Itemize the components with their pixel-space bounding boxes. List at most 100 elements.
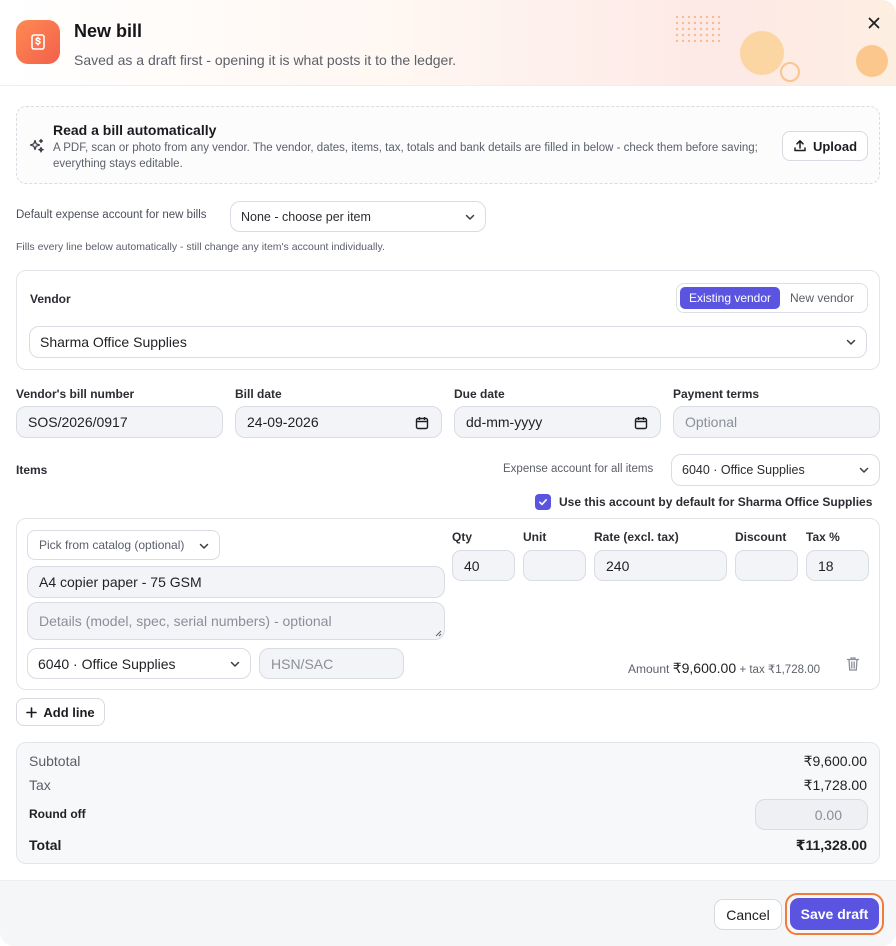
chevron-down-icon [859,467,869,473]
due-date-label: Due date [454,387,505,401]
calendar-icon[interactable] [634,416,648,430]
payment-terms-input[interactable]: Optional [673,406,880,438]
auto-read-title: Read a bill automatically [53,122,217,138]
chevron-down-icon [230,661,240,667]
expense-all-label: Expense account for all items [503,463,654,475]
default-account-checkbox[interactable] [535,494,551,510]
catalog-picker-label: Pick from catalog (optional) [39,538,185,552]
rate-label: Rate (excl. tax) [594,530,679,544]
vendor-mode-toggle: Existing vendor New vendor [676,283,868,313]
line-tax-amount: + tax ₹1,728.00 [739,664,820,676]
round-off-input[interactable]: 0.00 [755,799,868,830]
items-heading: Items [16,463,48,477]
default-expense-hint: Fills every line below automatically - s… [16,241,385,253]
cancel-button[interactable]: Cancel [714,899,782,930]
new-bill-dialog: New bill Saved as a draft first - openin… [0,0,896,946]
payment-terms-placeholder: Optional [685,414,738,430]
chevron-down-icon [465,214,475,220]
hsn-sac-placeholder: HSN/SAC [271,655,334,672]
vendor-selected-value: Sharma Office Supplies [40,334,187,350]
bill-date-input[interactable]: 24-09-2026 [235,406,442,438]
total-label: Total [29,837,62,853]
discount-input[interactable] [735,550,798,581]
bill-date-value: 24-09-2026 [247,414,319,430]
rate-input[interactable]: 240 [594,550,727,581]
hsn-sac-input[interactable]: HSN/SAC [259,648,404,679]
decorative-dots [674,14,720,42]
dialog-footer: Cancel Save draft [0,880,896,946]
trash-icon[interactable] [846,656,860,672]
line-amount: Amount ₹9,600.00 + tax ₹1,728.00 [628,660,820,677]
item-account-select[interactable]: 6040 · Office Supplies [27,648,251,679]
discount-label: Discount [735,530,787,544]
chevron-down-icon [846,339,856,345]
bill-number-label: Vendor's bill number [16,387,135,401]
item-details-textarea[interactable]: Details (model, spec, serial numbers) - … [27,602,445,640]
line-item: Pick from catalog (optional) A4 copier p… [16,518,880,690]
amount-label: Amount [628,662,670,676]
tax-percent-label: Tax % [806,530,840,544]
upload-button[interactable]: Upload [782,131,868,161]
subtotal-label: Subtotal [29,753,81,769]
decorative-circle [740,31,784,75]
qty-input[interactable]: 40 [452,550,515,581]
due-date-input[interactable]: dd-mm-yyyy [454,406,661,438]
default-account-checkbox-label: Use this account by default for Sharma O… [559,495,873,509]
expense-all-value: 6040 · Office Supplies [682,463,805,477]
close-icon [868,17,880,29]
default-expense-value: None - choose per item [241,209,371,224]
add-line-button[interactable]: Add line [16,698,105,726]
decorative-ring [780,62,800,82]
new-vendor-tab[interactable]: New vendor [780,287,864,309]
calendar-icon[interactable] [415,416,429,430]
vendor-select[interactable]: Sharma Office Supplies [29,326,867,358]
unit-input[interactable] [523,550,586,581]
tax-label: Tax [29,777,51,793]
due-date-placeholder: dd-mm-yyyy [466,414,543,430]
upload-icon [794,140,806,152]
upload-button-label: Upload [812,138,858,154]
checkmark-icon [539,499,547,506]
item-details-placeholder: Details (model, spec, serial numbers) - … [39,613,332,629]
qty-label: Qty [452,530,473,544]
default-expense-select[interactable]: None - choose per item [230,201,486,232]
unit-label: Unit [523,530,547,544]
rate-value: 240 [606,557,630,574]
dialog-header: New bill Saved as a draft first - openin… [0,0,896,86]
payment-terms-label: Payment terms [673,387,760,401]
default-expense-label: Default expense account for new bills [16,209,207,221]
item-name-input[interactable]: A4 copier paper - 75 GSM [27,566,445,598]
bill-number-value: SOS/2026/0917 [28,414,128,430]
expense-all-select[interactable]: 6040 · Office Supplies [671,454,880,486]
round-off-label: Round off [29,807,86,821]
decorative-circle [856,45,888,77]
auto-read-panel: Read a bill automatically A PDF, scan or… [16,106,880,184]
receipt-icon [16,20,60,64]
bill-number-input[interactable]: SOS/2026/0917 [16,406,223,438]
item-name-value: A4 copier paper - 75 GSM [39,574,202,590]
qty-value: 40 [464,557,480,574]
existing-vendor-tab[interactable]: Existing vendor [680,287,780,309]
tax-percent-input[interactable]: 18 [806,550,869,581]
vendor-section: Vendor Existing vendor New vendor Sharma… [16,270,880,370]
item-account-value: 6040 · Office Supplies [38,655,176,672]
subtotal-value: ₹9,600.00 [803,753,867,769]
auto-read-description: A PDF, scan or photo from any vendor. Th… [53,142,758,170]
catalog-picker[interactable]: Pick from catalog (optional) [27,530,220,560]
total-value: ₹11,328.00 [795,837,867,853]
amount-value: ₹9,600.00 [672,660,737,676]
close-button[interactable] [863,12,885,34]
plus-icon [26,706,38,718]
dialog-title: New bill [74,21,143,41]
add-line-label: Add line [43,704,95,720]
dialog-subtitle: Saved as a draft first - opening it is w… [74,52,457,68]
totals-panel: Subtotal ₹9,600.00 Tax ₹1,728.00 Round o… [16,742,880,864]
bill-date-label: Bill date [235,387,282,401]
tax-value: ₹1,728.00 [803,777,867,793]
sparkle-icon [29,138,44,153]
save-draft-button[interactable]: Save draft [790,898,879,930]
round-off-placeholder: 0.00 [814,806,842,823]
vendor-label: Vendor [30,292,71,306]
resize-handle-icon[interactable] [434,629,442,637]
tax-percent-value: 18 [818,557,834,574]
